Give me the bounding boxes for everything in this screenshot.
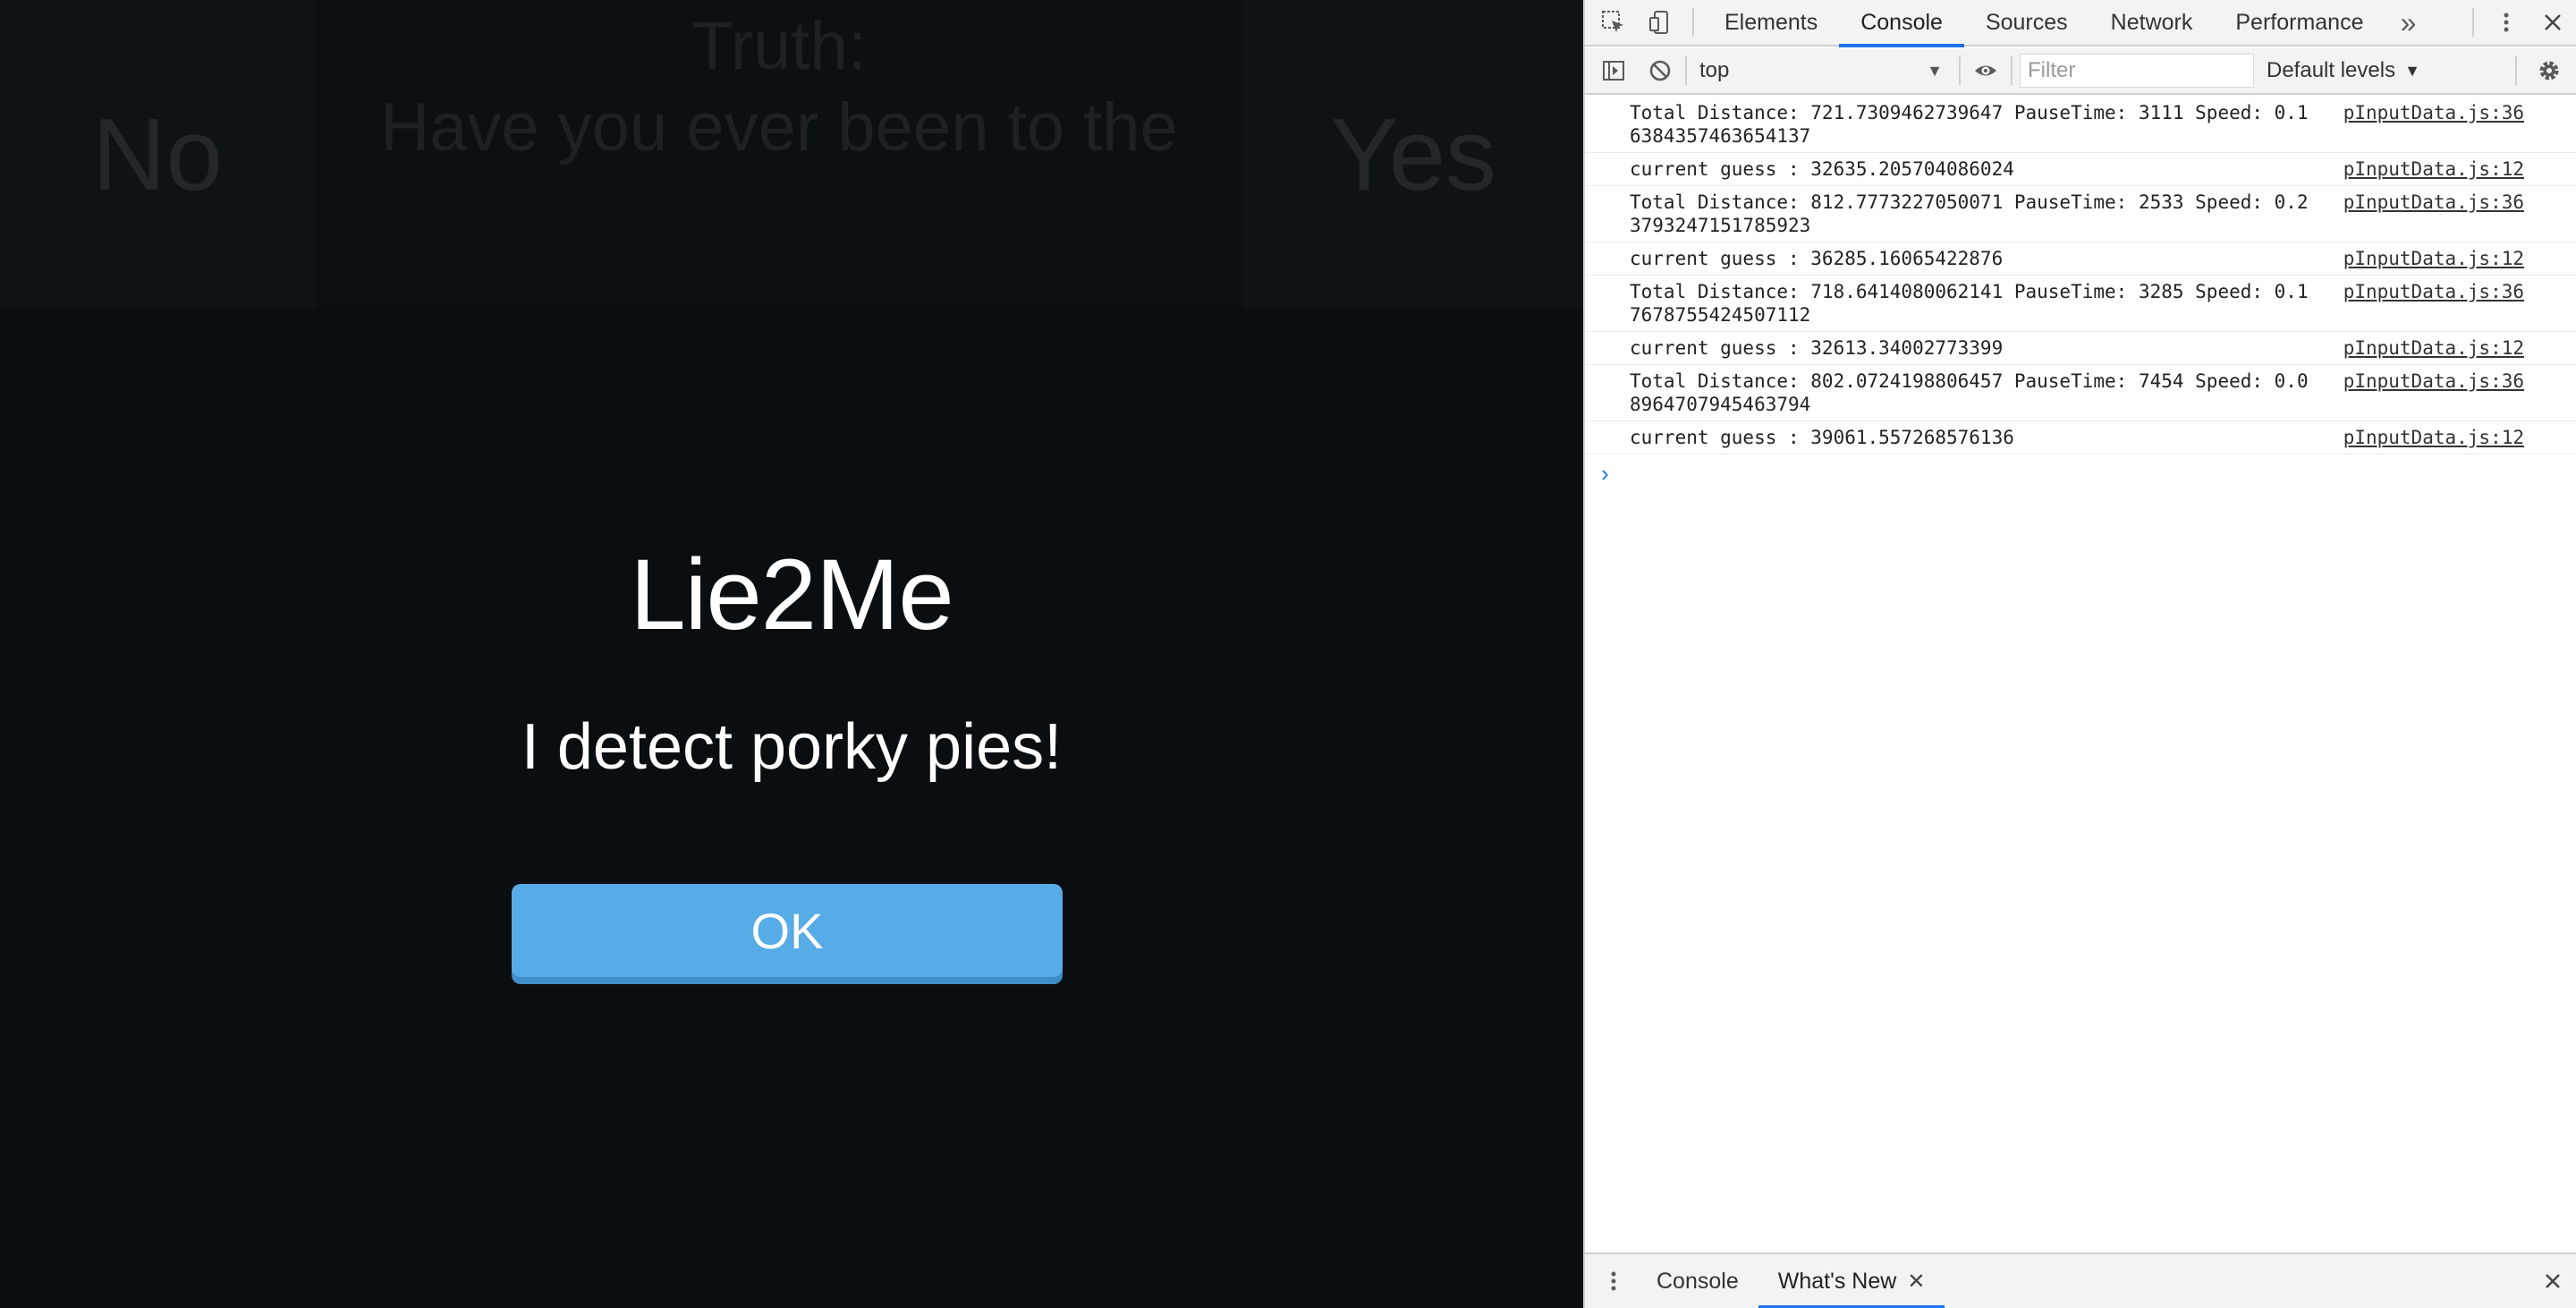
log-levels-label: Default levels bbox=[2267, 58, 2396, 82]
log-text: current guess : 36285.16065422876 bbox=[1630, 248, 2004, 269]
question-title: Truth: bbox=[691, 8, 867, 84]
drawer-tab-bar: Console What's New ✕ bbox=[1585, 1253, 2576, 1308]
log-text: Total Distance: 718.6414080062141 PauseT… bbox=[1630, 281, 2309, 326]
console-message: current guess : 39061.557268576136 pInpu… bbox=[1585, 421, 2576, 454]
divider bbox=[2515, 56, 2517, 85]
console-message: Total Distance: 721.7309462739647 PauseT… bbox=[1585, 97, 2576, 153]
console-message: Total Distance: 718.6414080062141 PauseT… bbox=[1585, 276, 2576, 332]
sidebar-toggle-icon[interactable] bbox=[1590, 47, 1637, 94]
console-messages: Total Distance: 721.7309462739647 PauseT… bbox=[1585, 97, 2576, 490]
log-source-link[interactable]: pInputData.js:36 bbox=[2343, 101, 2524, 124]
devtools-panel: Elements Console Sources Network Perform… bbox=[1583, 0, 2576, 1308]
drawer-tab-label: What's New bbox=[1777, 1268, 1897, 1294]
settings-gear-icon[interactable] bbox=[2526, 47, 2572, 94]
dropdown-arrow-icon: ▼ bbox=[1927, 61, 1943, 80]
log-text: current guess : 32613.34002773399 bbox=[1630, 337, 2004, 359]
tab-sources[interactable]: Sources bbox=[1964, 0, 2089, 46]
close-tab-icon[interactable]: ✕ bbox=[1907, 1269, 1925, 1295]
live-expression-eye-icon[interactable] bbox=[1962, 47, 2009, 94]
yes-button[interactable]: Yes bbox=[1243, 0, 1583, 310]
result-modal: Lie2Me I detect porky pies! OK bbox=[0, 537, 1583, 977]
divider bbox=[1692, 8, 1694, 37]
question-panel: Truth: Have you ever been to the bbox=[315, 0, 1243, 310]
log-text: current guess : 32635.205704086024 bbox=[1630, 158, 2014, 180]
kebab-menu-icon[interactable] bbox=[2483, 0, 2529, 46]
question-text: Have you ever been to the bbox=[380, 89, 1178, 166]
tab-console[interactable]: Console bbox=[1839, 0, 1964, 47]
console-message: Total Distance: 812.7773227050071 PauseT… bbox=[1585, 186, 2576, 242]
device-toolbar-icon[interactable] bbox=[1637, 0, 1683, 46]
ok-button[interactable]: OK bbox=[512, 884, 1063, 977]
divider bbox=[2472, 8, 2474, 37]
close-drawer-icon[interactable] bbox=[2529, 1258, 2576, 1304]
tab-performance[interactable]: Performance bbox=[2214, 0, 2385, 46]
log-source-link[interactable]: pInputData.js:12 bbox=[2343, 426, 2524, 449]
modal-title: Lie2Me bbox=[630, 539, 953, 650]
clear-console-icon[interactable] bbox=[1637, 47, 1683, 94]
no-button[interactable]: No bbox=[0, 0, 315, 310]
inspect-element-icon[interactable] bbox=[1590, 0, 1637, 46]
log-source-link[interactable]: pInputData.js:12 bbox=[2343, 247, 2524, 270]
console-message: current guess : 36285.16065422876 pInput… bbox=[1585, 242, 2576, 276]
log-source-link[interactable]: pInputData.js:36 bbox=[2343, 191, 2524, 214]
console-message: current guess : 32635.205704086024 pInpu… bbox=[1585, 153, 2576, 186]
drawer-menu-icon[interactable] bbox=[1590, 1258, 1637, 1304]
game-page: No Truth: Have you ever been to the Yes … bbox=[0, 0, 1583, 1308]
console-toolbar: top ▼ Default levels ▼ bbox=[1585, 48, 2576, 95]
context-selector[interactable]: top ▼ bbox=[1689, 53, 1957, 89]
tab-network[interactable]: Network bbox=[2089, 0, 2215, 46]
log-text: Total Distance: 721.7309462739647 PauseT… bbox=[1630, 102, 2309, 147]
divider bbox=[2011, 56, 2012, 85]
drawer-tab-whats-new[interactable]: What's New ✕ bbox=[1758, 1253, 1945, 1308]
context-value: top bbox=[1699, 58, 1730, 82]
log-text: Total Distance: 802.0724198806457 PauseT… bbox=[1630, 370, 2309, 415]
log-text: current guess : 39061.557268576136 bbox=[1630, 427, 2014, 448]
log-source-link[interactable]: pInputData.js:12 bbox=[2343, 157, 2524, 181]
log-levels-dropdown[interactable]: Default levels ▼ bbox=[2267, 58, 2420, 83]
close-devtools-icon[interactable] bbox=[2529, 0, 2576, 46]
modal-message: I detect porky pies! bbox=[521, 711, 1063, 783]
log-text: Total Distance: 812.7773227050071 PauseT… bbox=[1630, 191, 2309, 236]
log-source-link[interactable]: pInputData.js:12 bbox=[2343, 336, 2524, 360]
more-tabs-icon[interactable]: » bbox=[2385, 0, 2431, 46]
prompt-chevron-icon: › bbox=[1601, 460, 1609, 487]
divider bbox=[1959, 56, 1961, 85]
log-source-link[interactable]: pInputData.js:36 bbox=[2343, 280, 2524, 303]
filter-input[interactable] bbox=[2020, 54, 2254, 88]
log-source-link[interactable]: pInputData.js:36 bbox=[2343, 369, 2524, 393]
console-message: Total Distance: 802.0724198806457 PauseT… bbox=[1585, 365, 2576, 421]
drawer-tab-console[interactable]: Console bbox=[1637, 1253, 1758, 1308]
divider bbox=[1685, 56, 1687, 85]
devtools-tab-bar: Elements Console Sources Network Perform… bbox=[1585, 0, 2576, 47]
console-message: current guess : 32613.34002773399 pInput… bbox=[1585, 332, 2576, 365]
dropdown-arrow-icon: ▼ bbox=[2404, 61, 2420, 80]
tab-elements[interactable]: Elements bbox=[1703, 0, 1839, 46]
console-prompt[interactable]: › bbox=[1585, 454, 2576, 490]
